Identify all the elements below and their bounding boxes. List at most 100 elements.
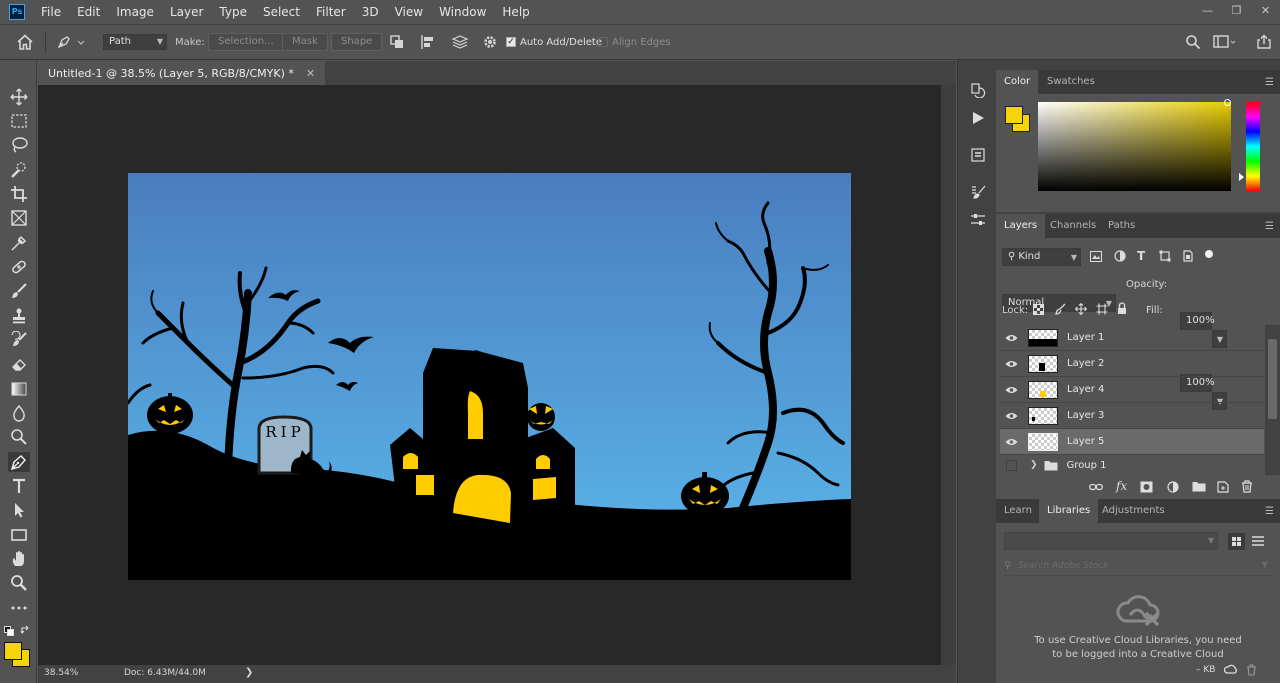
close-tab-icon[interactable]: ✕ bbox=[306, 67, 315, 80]
tab-color[interactable]: Color bbox=[996, 70, 1039, 94]
lock-position-icon[interactable] bbox=[1075, 303, 1087, 315]
share-icon[interactable] bbox=[1256, 32, 1272, 52]
tab-paths[interactable]: Paths bbox=[1100, 214, 1143, 238]
filter-pixel-icon[interactable] bbox=[1090, 251, 1102, 262]
menu-help[interactable]: Help bbox=[494, 0, 537, 24]
group-expand-arrow-icon[interactable]: ❯ bbox=[1030, 460, 1038, 470]
link-layers-icon[interactable] bbox=[1089, 482, 1103, 492]
new-layer-icon[interactable] bbox=[1217, 481, 1229, 493]
brush-tool-icon[interactable] bbox=[8, 281, 30, 301]
blur-tool-icon[interactable] bbox=[8, 403, 30, 423]
hue-slider[interactable] bbox=[1246, 102, 1260, 191]
rectangular-marquee-tool-icon[interactable] bbox=[8, 111, 30, 131]
zoom-tool-icon[interactable] bbox=[8, 573, 30, 593]
filter-adjustment-icon[interactable] bbox=[1114, 250, 1126, 262]
layers-panel-menu-icon[interactable]: ☰ bbox=[1265, 221, 1274, 232]
lock-image-pixels-icon[interactable] bbox=[1055, 303, 1067, 315]
menu-edit[interactable]: Edit bbox=[69, 0, 108, 24]
align-edges-checkbox[interactable] bbox=[598, 37, 608, 47]
menu-image[interactable]: Image bbox=[108, 0, 162, 24]
gradient-tool-icon[interactable] bbox=[8, 379, 30, 399]
more-tools-icon[interactable] bbox=[8, 598, 30, 618]
lock-all-icon[interactable] bbox=[1117, 302, 1127, 315]
workspace-switcher-icon[interactable] bbox=[1213, 32, 1237, 52]
layer-group-row[interactable]: ❯ Group 1 bbox=[1000, 455, 1264, 475]
clone-stamp-tool-icon[interactable] bbox=[8, 306, 30, 326]
foreground-color-swatch[interactable] bbox=[4, 642, 22, 660]
add-mask-icon[interactable] bbox=[1140, 481, 1153, 493]
pen-tool-preset-icon[interactable] bbox=[56, 32, 86, 52]
hue-slider-marker[interactable] bbox=[1239, 173, 1244, 181]
vertical-scrollbar[interactable] bbox=[941, 85, 956, 665]
filter-shape-icon[interactable] bbox=[1159, 250, 1171, 262]
hand-tool-icon[interactable] bbox=[8, 549, 30, 569]
menu-window[interactable]: Window bbox=[431, 0, 494, 24]
healing-brush-tool-icon[interactable] bbox=[8, 257, 30, 277]
filter-toggle-switch[interactable] bbox=[1205, 250, 1213, 258]
new-group-icon[interactable] bbox=[1192, 481, 1206, 492]
menu-layer[interactable]: Layer bbox=[162, 0, 211, 24]
color-panel-foreground-swatch[interactable] bbox=[1005, 106, 1023, 124]
quick-selection-tool-icon[interactable] bbox=[8, 160, 30, 180]
eraser-tool-icon[interactable] bbox=[8, 354, 30, 374]
history-brush-tool-icon[interactable] bbox=[8, 330, 30, 350]
layer-filter-kind-select[interactable]: ⚲ Kind ▼ bbox=[1002, 248, 1081, 266]
new-adjustment-layer-icon[interactable] bbox=[1167, 481, 1179, 493]
filter-smart-object-icon[interactable] bbox=[1182, 250, 1194, 262]
history-panel-icon[interactable] bbox=[968, 80, 988, 100]
menu-filter[interactable]: Filter bbox=[308, 0, 354, 24]
settings-gear-icon[interactable] bbox=[482, 32, 498, 52]
make-shape-button[interactable]: Shape bbox=[331, 33, 383, 51]
layer-row[interactable]: Layer 1 bbox=[1000, 325, 1264, 351]
layer-row[interactable]: Layer 4 bbox=[1000, 377, 1264, 403]
layer-row[interactable]: Layer 2 bbox=[1000, 351, 1264, 377]
pen-tool-icon[interactable] bbox=[8, 452, 30, 472]
lock-transparent-pixels-icon[interactable] bbox=[1033, 304, 1044, 315]
type-tool-icon[interactable] bbox=[8, 476, 30, 496]
tab-learn[interactable]: Learn bbox=[996, 499, 1040, 523]
restore-icon[interactable]: ❐ bbox=[1222, 0, 1251, 20]
minimize-icon[interactable]: — bbox=[1193, 0, 1222, 20]
path-selection-tool-icon[interactable] bbox=[8, 500, 30, 520]
auto-add-delete-option[interactable]: ✓ Auto Add/Delete bbox=[506, 32, 602, 52]
canvas-document[interactable]: RIP bbox=[128, 173, 851, 580]
make-mask-button[interactable]: Mask bbox=[282, 33, 328, 51]
tab-libraries[interactable]: Libraries bbox=[1039, 499, 1099, 523]
dodge-tool-icon[interactable] bbox=[8, 427, 30, 447]
cc-sync-icon[interactable] bbox=[1224, 664, 1238, 675]
filter-type-icon[interactable]: T bbox=[1137, 249, 1145, 263]
tab-layers[interactable]: Layers bbox=[996, 214, 1046, 238]
layers-scrollbar-thumb[interactable] bbox=[1268, 339, 1277, 419]
move-tool-icon[interactable] bbox=[8, 87, 30, 107]
menu-view[interactable]: View bbox=[387, 0, 431, 24]
path-arrangement-icon[interactable] bbox=[451, 32, 469, 52]
color-field[interactable] bbox=[1038, 102, 1231, 191]
layer-effects-fx-icon[interactable]: fx bbox=[1116, 479, 1127, 493]
adjustments-sliders-icon[interactable] bbox=[968, 210, 988, 230]
home-icon[interactable] bbox=[16, 32, 34, 52]
menu-select[interactable]: Select bbox=[255, 0, 308, 24]
layer-visibility-empty[interactable] bbox=[1000, 455, 1022, 475]
layer-row-selected[interactable]: Layer 5 bbox=[1000, 429, 1264, 455]
library-select[interactable]: ▼ bbox=[1004, 532, 1218, 550]
delete-layer-trash-icon[interactable] bbox=[1241, 480, 1253, 493]
path-operations-icon[interactable] bbox=[389, 32, 405, 52]
layer-row[interactable]: Layer 3 bbox=[1000, 403, 1264, 429]
rectangle-tool-icon[interactable] bbox=[8, 525, 30, 545]
layers-scrollbar[interactable] bbox=[1265, 325, 1280, 475]
close-icon[interactable]: ✕ bbox=[1251, 0, 1280, 20]
search-dropdown-icon[interactable]: ▼ bbox=[1262, 560, 1268, 569]
library-trash-icon[interactable] bbox=[1246, 664, 1257, 676]
zoom-level[interactable]: 38.54% bbox=[44, 668, 78, 678]
stock-search-field[interactable]: ⚲ Search Adobe Stock ▼ bbox=[1004, 558, 1272, 576]
align-edges-option[interactable]: Align Edges bbox=[598, 32, 671, 52]
lock-artboard-icon[interactable] bbox=[1096, 303, 1108, 315]
libraries-panel-menu-icon[interactable]: ☰ bbox=[1265, 506, 1274, 517]
tab-adjustments[interactable]: Adjustments bbox=[1094, 499, 1173, 523]
path-alignment-icon[interactable] bbox=[420, 32, 436, 52]
lasso-tool-icon[interactable] bbox=[8, 135, 30, 155]
menu-file[interactable]: File bbox=[33, 0, 69, 24]
default-colors-icon[interactable] bbox=[4, 626, 14, 636]
menu-type[interactable]: Type bbox=[211, 0, 255, 24]
search-icon[interactable] bbox=[1185, 32, 1201, 52]
